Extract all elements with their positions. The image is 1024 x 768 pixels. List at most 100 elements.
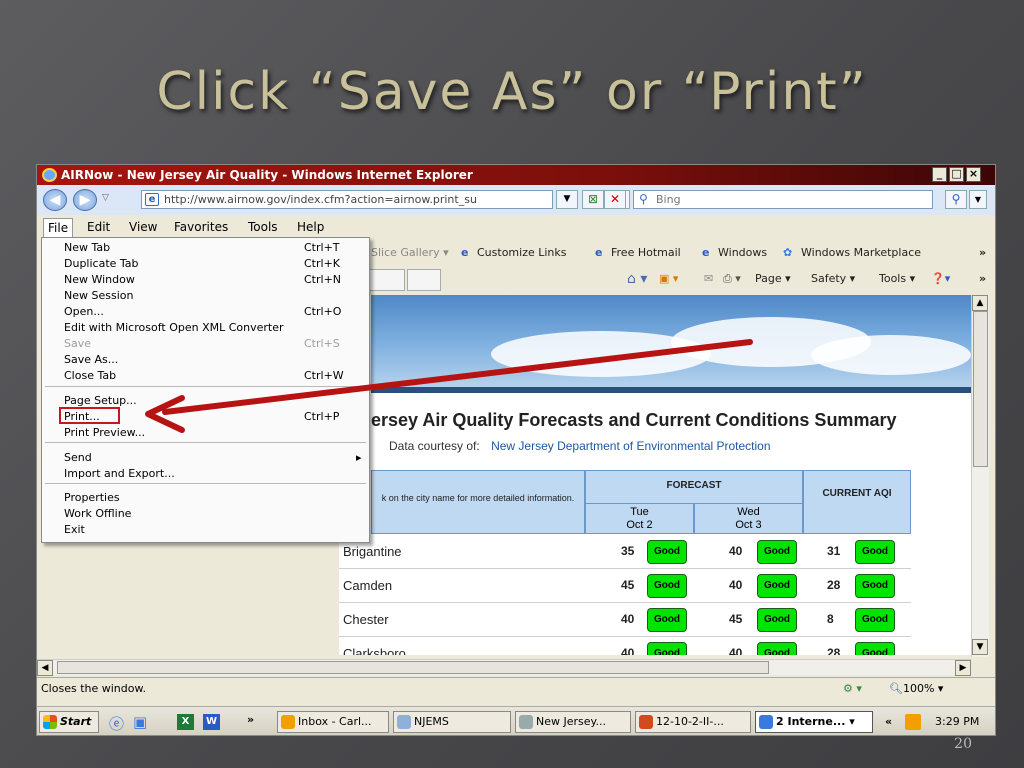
menu-tools[interactable]: Tools	[248, 220, 278, 234]
mail-icon[interactable]: ✉	[704, 267, 713, 291]
vertical-scroll-thumb[interactable]	[973, 311, 988, 467]
taskbar-item-presentation[interactable]: 12-10-2-II-...	[635, 711, 751, 733]
search-options-icon[interactable]: ▼	[969, 190, 987, 209]
page-menu[interactable]: Page ▾	[755, 267, 791, 291]
ie-link-icon: e	[595, 246, 603, 259]
fav-slice-gallery[interactable]: Slice Gallery ▾	[371, 243, 449, 263]
recent-pages-icon[interactable]: ▽	[102, 193, 109, 203]
header-sky-banner	[371, 295, 971, 393]
menu-shortcut: Ctrl+N	[304, 273, 342, 286]
city-link[interactable]: Clarksboro	[343, 646, 406, 655]
file-menu-item[interactable]: Send	[64, 450, 92, 466]
forecast-day2-value: 40	[729, 646, 743, 655]
file-menu-item[interactable]: Print Preview...	[64, 425, 145, 441]
fav-customize-links[interactable]: Customize Links	[477, 243, 567, 263]
word-icon[interactable]: W	[203, 714, 220, 730]
excel-icon[interactable]: X	[177, 714, 194, 730]
forecast-day1-value: 45	[621, 578, 635, 592]
submenu-arrow-icon: ▸	[356, 451, 362, 464]
taskbar-item-new-jersey[interactable]: New Jersey...	[515, 711, 631, 733]
aqi-badge: Good	[855, 608, 895, 632]
tools-menu[interactable]: Tools ▾	[879, 267, 915, 291]
address-dropdown-icon[interactable]: ▼	[556, 190, 578, 209]
zoom-control[interactable]: 🔍︎100% ▾	[889, 678, 943, 700]
horizontal-scroll-thumb[interactable]	[57, 661, 769, 674]
file-menu-item[interactable]: New Window	[64, 272, 135, 288]
more-favorites-icon[interactable]: »	[979, 243, 986, 263]
menu-file[interactable]: File	[43, 218, 74, 237]
help-icon[interactable]: ❓▾	[931, 267, 950, 291]
zoom-level: 100%	[902, 682, 935, 695]
menu-view[interactable]: View	[129, 220, 157, 234]
city-link[interactable]: Camden	[343, 578, 392, 593]
taskbar-item-internet-explorer[interactable]: 2 Interne... ▾	[755, 711, 873, 733]
desktop-quicklaunch-icon[interactable]: ▣	[133, 713, 147, 731]
bing-search-icon: ⚲	[639, 192, 648, 206]
scroll-down-icon[interactable]: ▼	[972, 639, 988, 655]
file-menu-item[interactable]: Import and Export...	[64, 466, 175, 482]
file-menu-item[interactable]: Properties	[64, 490, 120, 506]
tray-expand-icon[interactable]: «	[885, 715, 892, 728]
aqi-badge: Good	[647, 540, 687, 564]
close-window-button[interactable]: ×	[966, 167, 981, 182]
fav-windows-marketplace[interactable]: Windows Marketplace	[801, 243, 921, 263]
search-box[interactable]: ⚲ Bing	[633, 190, 933, 209]
file-menu-item[interactable]: Save	[64, 336, 91, 352]
city-link[interactable]: Brigantine	[343, 544, 402, 559]
forward-button[interactable]: ▶	[73, 189, 97, 211]
ie-quicklaunch-icon[interactable]: ⓔ	[109, 713, 124, 734]
feeds-icon[interactable]: ▣ ▾	[659, 267, 678, 291]
fav-windows[interactable]: Windows	[718, 243, 767, 263]
scroll-left-icon[interactable]: ◀	[37, 660, 53, 676]
quicklaunch-more-icon[interactable]: »	[247, 713, 254, 726]
table-row: Clarksboro 40 Good 40 Good 28 Good	[339, 637, 911, 655]
compatibility-icon[interactable]: ⊠	[582, 190, 604, 209]
file-menu-item[interactable]: Close Tab	[64, 368, 116, 384]
marketplace-icon: ✿	[783, 246, 793, 259]
city-link[interactable]: Chester	[343, 612, 389, 627]
forecast-day2-value: 40	[729, 544, 743, 558]
address-bar[interactable]: e http://www.airnow.gov/index.cfm?action…	[141, 190, 553, 209]
home-icon[interactable]: ⌂ ▾	[627, 267, 647, 291]
status-bar: Closes the window. ⚙ ▾ 🔍︎100% ▾	[37, 677, 995, 700]
menu-favorites[interactable]: Favorites	[174, 220, 228, 234]
aqi-badge: Good	[757, 608, 797, 632]
scroll-up-icon[interactable]: ▲	[972, 295, 988, 311]
horizontal-scrollbar[interactable]: ◀ ▶	[37, 659, 971, 676]
file-menu-item[interactable]: Exit	[64, 522, 85, 538]
menu-edit[interactable]: Edit	[87, 220, 110, 234]
file-menu-item[interactable]: Work Offline	[64, 506, 131, 522]
file-menu-item[interactable]: Duplicate Tab	[64, 256, 139, 272]
stop-icon[interactable]: ✕	[604, 190, 626, 209]
safety-menu[interactable]: Safety ▾	[811, 267, 855, 291]
menu-help[interactable]: Help	[297, 220, 324, 234]
security-icon[interactable]: ⚙ ▾	[843, 678, 862, 700]
file-menu-item[interactable]: Edit with Microsoft Open XML Converter	[64, 320, 284, 336]
aqi-badge: Good	[757, 574, 797, 598]
maximize-button[interactable]: □	[949, 167, 964, 182]
clock: 3:29 PM	[935, 715, 980, 728]
outlook-tray-icon[interactable]	[905, 714, 921, 730]
scroll-right-icon[interactable]: ▶	[955, 660, 971, 676]
more-commands-icon[interactable]: »	[979, 267, 986, 291]
start-button[interactable]: Start	[39, 711, 99, 733]
slide-title: Click “Save As” or “Print”	[156, 62, 868, 122]
file-menu-item[interactable]: New Session	[64, 288, 133, 304]
file-menu-item[interactable]: New Tab	[64, 240, 110, 256]
menu-shortcut: Ctrl+T	[304, 241, 340, 254]
minimize-button[interactable]: _	[932, 167, 947, 182]
fav-free-hotmail[interactable]: Free Hotmail	[611, 243, 681, 263]
taskbar-item-njems[interactable]: NJEMS	[393, 711, 511, 733]
print-icon[interactable]: ⎙ ▾	[723, 267, 741, 291]
file-menu-item[interactable]: Open...	[64, 304, 104, 320]
forecast-day1-value: 40	[621, 612, 635, 626]
command-bar: ⌂ ▾ ▣ ▾ ✉ ⎙ ▾ Page ▾ Safety ▾ Tools ▾ ❓▾…	[369, 267, 995, 291]
njdep-link[interactable]: New Jersey Department of Environmental P…	[491, 439, 770, 453]
aqi-badge: Good	[647, 642, 687, 655]
file-menu-item[interactable]: Save As...	[64, 352, 118, 368]
vertical-scrollbar[interactable]: ▲ ▼	[971, 295, 989, 657]
search-go-icon[interactable]: ⚲	[945, 190, 967, 209]
back-button[interactable]: ◀	[43, 189, 67, 211]
menu-shortcut: Ctrl+P	[304, 410, 340, 423]
taskbar-item-inbox[interactable]: Inbox - Carl...	[277, 711, 389, 733]
